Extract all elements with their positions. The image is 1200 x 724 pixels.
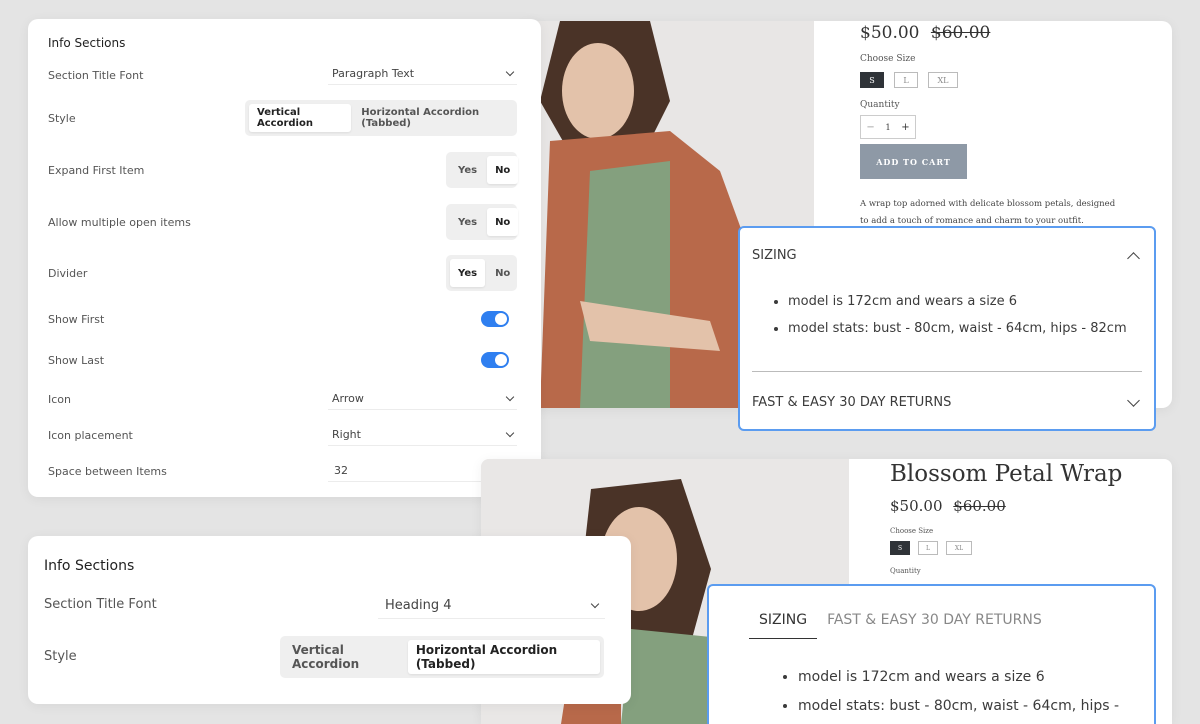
icon-placement-label: Icon placement [48,428,133,442]
compare-price: $60.00 [953,497,1006,515]
style-label: Style [48,111,76,125]
select-value: Paragraph Text [332,67,415,80]
quantity-value: 1 [885,122,891,132]
section-title-font-select[interactable]: Paragraph Text [328,63,517,85]
chevron-down-icon[interactable] [1127,394,1140,407]
divider [752,371,1142,372]
accordion-item-title: SIZING [752,248,797,263]
chevron-down-icon [505,67,515,77]
tab-returns[interactable]: FAST & EASY 30 DAY RETURNS [827,612,1042,639]
add-to-cart-button[interactable]: ADD TO CART [860,144,967,179]
accordion-item-title: FAST & EASY 30 DAY RETURNS [752,395,952,410]
style-horizontal-option[interactable]: Horizontal Accordion (Tabbed) [353,104,513,132]
style-segmented: Vertical Accordion Horizontal Accordion … [245,100,517,136]
tab-sizing[interactable]: SIZING [749,612,818,639]
show-last-label: Show Last [48,353,105,367]
bullet-item: model stats: bust - 80cm, waist - 64cm, … [788,315,1127,342]
bullet-item: model stats: bust - 80cm, waist - 64cm, … [798,692,1119,721]
bullet-item: model is 172cm and wears a size 6 [788,288,1127,315]
bullet-item: model is 172cm and wears a size 6 [798,663,1119,692]
accordion-item-sizing[interactable]: SIZING [752,248,1142,265]
no-option[interactable]: No [487,259,518,287]
size-option-l[interactable]: L [894,72,918,88]
chevron-down-icon [505,428,515,438]
style-label: Style [44,649,77,664]
section-title-font-select[interactable]: Heading 4 [378,593,605,619]
no-option[interactable]: No [487,208,519,236]
size-option-xl[interactable]: XL [928,72,958,88]
space-between-label: Space between Items [48,464,167,478]
tab-panel-bullets: model is 172cm and wears a size 6 model … [798,663,1119,721]
settings-panel-small: Info Sections Section Title Font Heading… [28,536,631,704]
settings-panel-full: Info Sections Section Title Font Paragra… [28,19,541,497]
quantity-label: Quantity [860,100,900,110]
product-description: A wrap top adorned with delicate blossom… [860,199,1116,226]
price: $50.00 [860,23,920,43]
size-option-s[interactable]: S [860,72,884,88]
yes-option[interactable]: Yes [450,208,485,236]
chevron-down-icon [590,599,600,609]
divider-label: Divider [48,266,88,280]
no-option[interactable]: No [487,156,519,184]
accordion-vertical: SIZING model is 172cm and wears a size 6… [738,226,1156,431]
choose-size-label: Choose Size [860,54,916,64]
size-option-l[interactable]: L [918,541,938,555]
icon-placement-select[interactable]: Right [328,424,517,446]
product-title: Blossom Petal Wrap [890,461,1123,487]
select-value: Heading 4 [385,598,452,613]
chevron-up-icon[interactable] [1127,252,1140,265]
compare-price: $60.00 [930,23,991,43]
size-option-xl[interactable]: XL [946,541,972,555]
style-vertical-option[interactable]: Vertical Accordion [284,640,406,674]
style-segmented: Vertical Accordion Horizontal Accordion … [280,636,604,678]
chevron-down-icon [505,392,515,402]
panel-heading: Info Sections [48,36,126,50]
section-title-font-label: Section Title Font [48,68,144,82]
yes-option[interactable]: Yes [450,156,485,184]
yes-option[interactable]: Yes [450,259,486,287]
size-option-s[interactable]: S [890,541,910,555]
show-first-switch[interactable] [481,311,509,327]
choose-size-label: Choose Size [890,527,934,535]
show-first-label: Show First [48,312,105,326]
minus-button[interactable]: − [866,122,874,133]
divider-toggle: Yes No [446,255,517,291]
price: $50.00 [890,497,943,515]
select-value: Arrow [332,392,364,405]
section-title-font-label: Section Title Font [44,597,157,612]
allow-multiple-label: Allow multiple open items [48,215,191,229]
expand-first-label: Expand First Item [48,163,145,177]
icon-label: Icon [48,392,71,406]
input-value: 32 [334,464,348,477]
accordion-tabbed: SIZING FAST & EASY 30 DAY RETURNS model … [707,584,1156,724]
accordion-item-returns[interactable]: FAST & EASY 30 DAY RETURNS [752,394,1142,410]
expand-first-toggle: Yes No [446,152,519,188]
select-value: Right [332,428,361,441]
style-horizontal-option[interactable]: Horizontal Accordion (Tabbed) [407,640,600,674]
quantity-label: Quantity [890,567,921,575]
style-vertical-option[interactable]: Vertical Accordion [249,104,352,132]
icon-select[interactable]: Arrow [328,388,517,410]
plus-button[interactable]: + [901,122,909,133]
show-last-switch[interactable] [481,352,509,368]
quantity-stepper[interactable]: − 1 + [860,115,916,139]
sizing-bullets: model is 172cm and wears a size 6 model … [788,288,1127,342]
allow-multiple-toggle: Yes No [446,204,519,240]
panel-heading: Info Sections [44,558,135,574]
